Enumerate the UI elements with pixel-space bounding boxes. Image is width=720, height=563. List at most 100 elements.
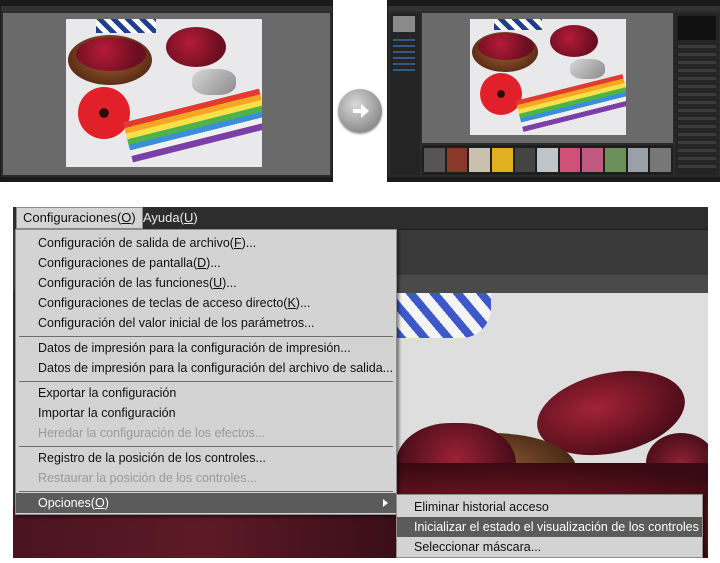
thumbnail	[491, 148, 513, 172]
menu-item-opciones[interactable]: Opciones(O)	[16, 493, 396, 513]
item-label: Restaurar la posición de los controles..…	[38, 471, 257, 485]
item-label: Datos de impresión para la configuración…	[38, 361, 394, 375]
item-label: Datos de impresión para la configuración…	[38, 341, 351, 355]
control-rows	[678, 45, 716, 171]
item-accesskey: F	[233, 236, 242, 250]
image-canvas	[422, 13, 673, 143]
thumbnail	[514, 148, 536, 172]
item-label: Importar la configuración	[38, 406, 176, 420]
menu-accesskey: O	[121, 210, 132, 225]
menu-label: Ayuda(	[143, 210, 184, 225]
submenu-item-seleccionar-mascara[interactable]: Seleccionar máscara...	[397, 537, 702, 557]
item-label: Heredar la configuración de los efectos.…	[38, 426, 266, 440]
dried-petals	[550, 25, 598, 57]
tablecloth	[396, 293, 491, 338]
item-suffix: )...	[206, 256, 221, 270]
menu-item-valor-inicial[interactable]: Configuración del valor inicial de los p…	[16, 313, 396, 333]
item-label: Configuración del valor inicial de los p…	[38, 316, 315, 330]
item-label: Configuración de salida de archivo(	[38, 236, 234, 250]
submenu-item-eliminar-historial[interactable]: Eliminar historial acceso	[397, 497, 702, 517]
colored-pencils	[123, 88, 262, 163]
navigator-preview	[393, 16, 415, 32]
item-label: Opciones(	[38, 496, 95, 510]
menu-accesskey: U	[183, 210, 194, 225]
thumbnail	[559, 148, 581, 172]
thumbnail	[582, 148, 604, 172]
opciones-submenu: Eliminar historial acceso Inicializar el…	[396, 494, 703, 558]
item-suffix: )...	[222, 276, 237, 290]
item-accesskey: K	[287, 296, 296, 310]
submenu-item-inicializar-estado[interactable]: Inicializar el estado el visualización d…	[397, 517, 702, 537]
menu-separator	[19, 336, 393, 337]
menu-item-teclas-acceso[interactable]: Configuraciones de teclas de acceso dire…	[16, 293, 396, 313]
photo-preview	[66, 19, 262, 167]
menu-item-heredar: Heredar la configuración de los efectos.…	[16, 423, 396, 443]
histogram	[678, 16, 716, 40]
item-label: Configuraciones de teclas de acceso dire…	[38, 296, 288, 310]
menu-item-datos-impresion[interactable]: Datos de impresión para la configuración…	[16, 338, 396, 358]
menu-item-salida-archivo[interactable]: Configuración de salida de archivo(F)...	[16, 233, 396, 253]
item-label: Exportar la configuración	[38, 386, 177, 400]
menu-item-funciones[interactable]: Configuración de las funciones(U)...	[16, 273, 396, 293]
silver-coins	[570, 59, 605, 79]
menu-bar	[1, 6, 332, 11]
menu-label-suffix: )	[131, 210, 136, 225]
thumbnail	[605, 148, 626, 172]
app-thumbnail-after	[387, 0, 720, 182]
dried-petals	[166, 27, 226, 67]
app-thumbnail-before	[0, 0, 333, 182]
menu-item-importar[interactable]: Importar la configuración	[16, 403, 396, 423]
item-suffix: )	[104, 496, 109, 510]
item-accesskey: O	[94, 496, 105, 510]
menu-bar	[388, 6, 720, 11]
dried-petals	[76, 37, 146, 71]
photo-preview	[470, 19, 626, 135]
submenu-arrow-icon	[383, 499, 388, 507]
item-label: Configuración de las funciones(	[38, 276, 214, 290]
menu-separator	[19, 491, 393, 492]
thumbnail	[446, 148, 468, 172]
thumbnail	[650, 148, 672, 172]
menu-item-restaurar-posicion: Restaurar la posición de los controles..…	[16, 468, 396, 488]
image-canvas	[3, 13, 330, 175]
palette-header	[396, 275, 708, 293]
dried-petals	[478, 33, 534, 60]
menu-item-exportar[interactable]: Exportar la configuración	[16, 383, 396, 403]
status-bar	[388, 177, 720, 181]
arrow-right-icon	[338, 89, 382, 133]
navigator-panel	[390, 13, 420, 175]
item-accesskey: U	[213, 276, 223, 290]
thumbnail	[469, 148, 490, 172]
menu-separator	[19, 446, 393, 447]
control-palette	[675, 13, 719, 175]
menu-separator	[19, 381, 393, 382]
colored-pencils	[515, 74, 626, 133]
tablecloth	[96, 19, 156, 33]
menu-screenshot: Configuraciones(O) Ayuda(U) Configuració…	[13, 207, 708, 558]
menu-configuraciones[interactable]: Configuraciones(O)	[16, 207, 143, 229]
menu-item-registro-posicion[interactable]: Registro de la posición de los controles…	[16, 448, 396, 468]
item-label: Configuraciones de pantalla(	[38, 256, 198, 270]
menu-bar: Configuraciones(O) Ayuda(U)	[13, 207, 708, 230]
menu-item-pantalla[interactable]: Configuraciones de pantalla(D)...	[16, 253, 396, 273]
menu-label-suffix: )	[193, 210, 198, 225]
menu-label: Configuraciones(	[23, 210, 122, 225]
menu-ayuda[interactable]: Ayuda(U)	[137, 207, 204, 229]
thumbnail	[424, 148, 445, 172]
thumbnail	[627, 148, 649, 172]
status-bar	[1, 177, 332, 181]
red-gerbera	[78, 87, 130, 139]
thumbnail	[537, 148, 558, 172]
configuraciones-dropdown: Configuración de salida de archivo(F)...…	[15, 229, 397, 515]
tablecloth	[494, 19, 542, 30]
arrow-right-glyph	[353, 104, 369, 118]
item-suffix: )...	[295, 296, 311, 310]
item-suffix: )...	[241, 236, 257, 250]
menu-item-datos-salida[interactable]: Datos de impresión para la configuración…	[16, 358, 396, 378]
folder-tree	[393, 39, 415, 75]
item-accesskey: D	[197, 256, 207, 270]
thumbnail-strip	[422, 145, 673, 175]
red-gerbera	[480, 73, 522, 115]
item-label: Registro de la posición de los controles…	[38, 451, 266, 465]
silver-coins	[192, 69, 236, 95]
